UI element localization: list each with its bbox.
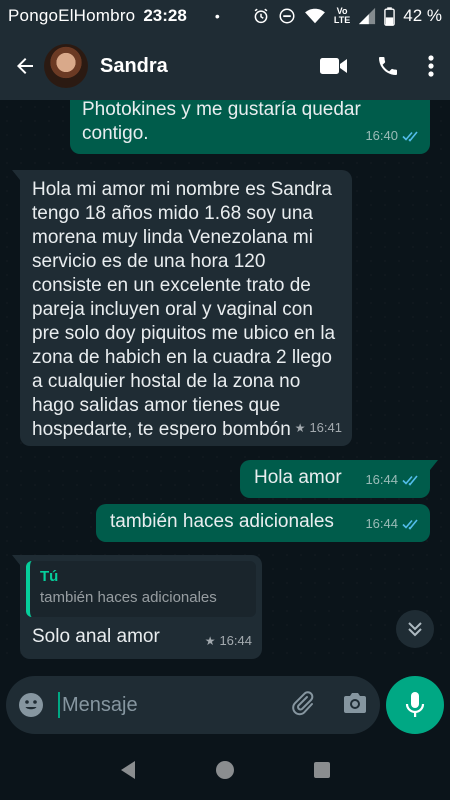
- bubble-tail: [430, 460, 438, 470]
- message-time: 16:44: [365, 516, 398, 531]
- carrier-name: PongoElHombro: [8, 6, 136, 25]
- back-button[interactable]: [10, 46, 40, 86]
- system-nav-bar: [0, 740, 450, 800]
- message-bubble-incoming[interactable]: Hola mi amor mi nombre es Sandra tengo 1…: [12, 170, 352, 446]
- quoted-message[interactable]: Tú también haces adicionales: [26, 561, 256, 617]
- notification-dot: •: [214, 8, 220, 24]
- emoji-icon: [19, 693, 43, 717]
- paperclip-icon: [292, 690, 314, 715]
- volte-bottom: LTE: [333, 15, 351, 25]
- message-bubble-outgoing[interactable]: Hola amor 16:44: [240, 460, 438, 498]
- do-not-disturb-icon: [278, 7, 296, 25]
- battery-icon: [384, 6, 396, 26]
- status-bar: PongoElHombro 23:28 • Vo LTE 42 %: [0, 0, 450, 32]
- message-time: 16:41: [309, 420, 342, 435]
- voice-message-button[interactable]: [386, 676, 444, 734]
- attach-button[interactable]: [290, 690, 316, 721]
- microphone-icon: [405, 692, 425, 717]
- quote-author: Tú: [40, 568, 59, 585]
- message-composer: [6, 676, 380, 734]
- message-time: 16:44: [365, 472, 398, 487]
- message-input[interactable]: [62, 693, 242, 717]
- battery-percent: 42 %: [403, 6, 442, 25]
- double-check-icon: [402, 475, 418, 486]
- signal-icon: [358, 7, 376, 25]
- message-meta: 16:40: [365, 124, 420, 148]
- text-caret: [58, 692, 60, 718]
- message-time: 16:44: [219, 633, 252, 648]
- avatar[interactable]: [44, 44, 88, 88]
- message-bubble-outgoing[interactable]: Photokines y me gustaría quedar contigo.…: [70, 100, 430, 154]
- bubble-tail: [12, 555, 20, 565]
- message-bubble-incoming[interactable]: Tú también haces adicionales Solo anal a…: [12, 555, 262, 659]
- quote-text: también haces adicionales: [40, 589, 217, 606]
- double-check-icon: [402, 131, 418, 142]
- message-meta: 16:44: [365, 512, 420, 536]
- more-options-button[interactable]: [428, 55, 434, 77]
- composer-actions: [290, 690, 368, 721]
- more-vert-icon: [428, 55, 434, 77]
- square-recents-icon: [313, 762, 330, 778]
- camera-button[interactable]: [342, 691, 368, 720]
- alarm-icon: [252, 7, 270, 25]
- nav-recents-button[interactable]: [302, 750, 342, 790]
- camera-icon: [344, 692, 366, 713]
- message-meta: ★ 16:44: [205, 629, 252, 653]
- status-right: Vo LTE 42 %: [252, 6, 442, 26]
- double-chevron-down-icon: [408, 622, 422, 637]
- star-icon: ★: [204, 634, 216, 648]
- message-meta: 16:44: [365, 468, 420, 492]
- star-icon: ★: [294, 421, 306, 435]
- phone-icon: [379, 57, 397, 75]
- video-camera-icon: [320, 58, 347, 74]
- double-check-icon: [402, 519, 418, 530]
- circle-home-icon: [215, 761, 234, 779]
- triangle-back-icon: [121, 761, 136, 779]
- message-time: 16:40: [365, 128, 398, 143]
- video-call-button[interactable]: [320, 56, 348, 76]
- chat-header: Sandra: [0, 32, 450, 100]
- volte-indicator: Vo LTE: [334, 7, 350, 25]
- contact-name[interactable]: Sandra: [100, 55, 168, 78]
- wifi-icon: [304, 7, 326, 25]
- status-left: PongoElHombro 23:28 •: [8, 6, 220, 26]
- emoji-button[interactable]: [18, 692, 44, 718]
- voice-call-button[interactable]: [376, 54, 400, 78]
- bubble-tail: [12, 170, 20, 180]
- header-actions: [320, 54, 440, 78]
- arrow-left-icon: [17, 58, 33, 74]
- status-time: 23:28: [143, 6, 187, 25]
- nav-home-button[interactable]: [205, 750, 245, 790]
- message-bubble-outgoing[interactable]: también haces adicionales 16:44: [96, 504, 430, 542]
- message-text: Hola mi amor mi nombre es Sandra tengo 1…: [32, 179, 336, 440]
- nav-back-button[interactable]: [108, 750, 148, 790]
- scroll-to-bottom-button[interactable]: [396, 610, 434, 648]
- message-meta: ★ 16:41: [295, 416, 342, 440]
- chat-area[interactable]: Photokines y me gustaría quedar contigo.…: [0, 100, 450, 665]
